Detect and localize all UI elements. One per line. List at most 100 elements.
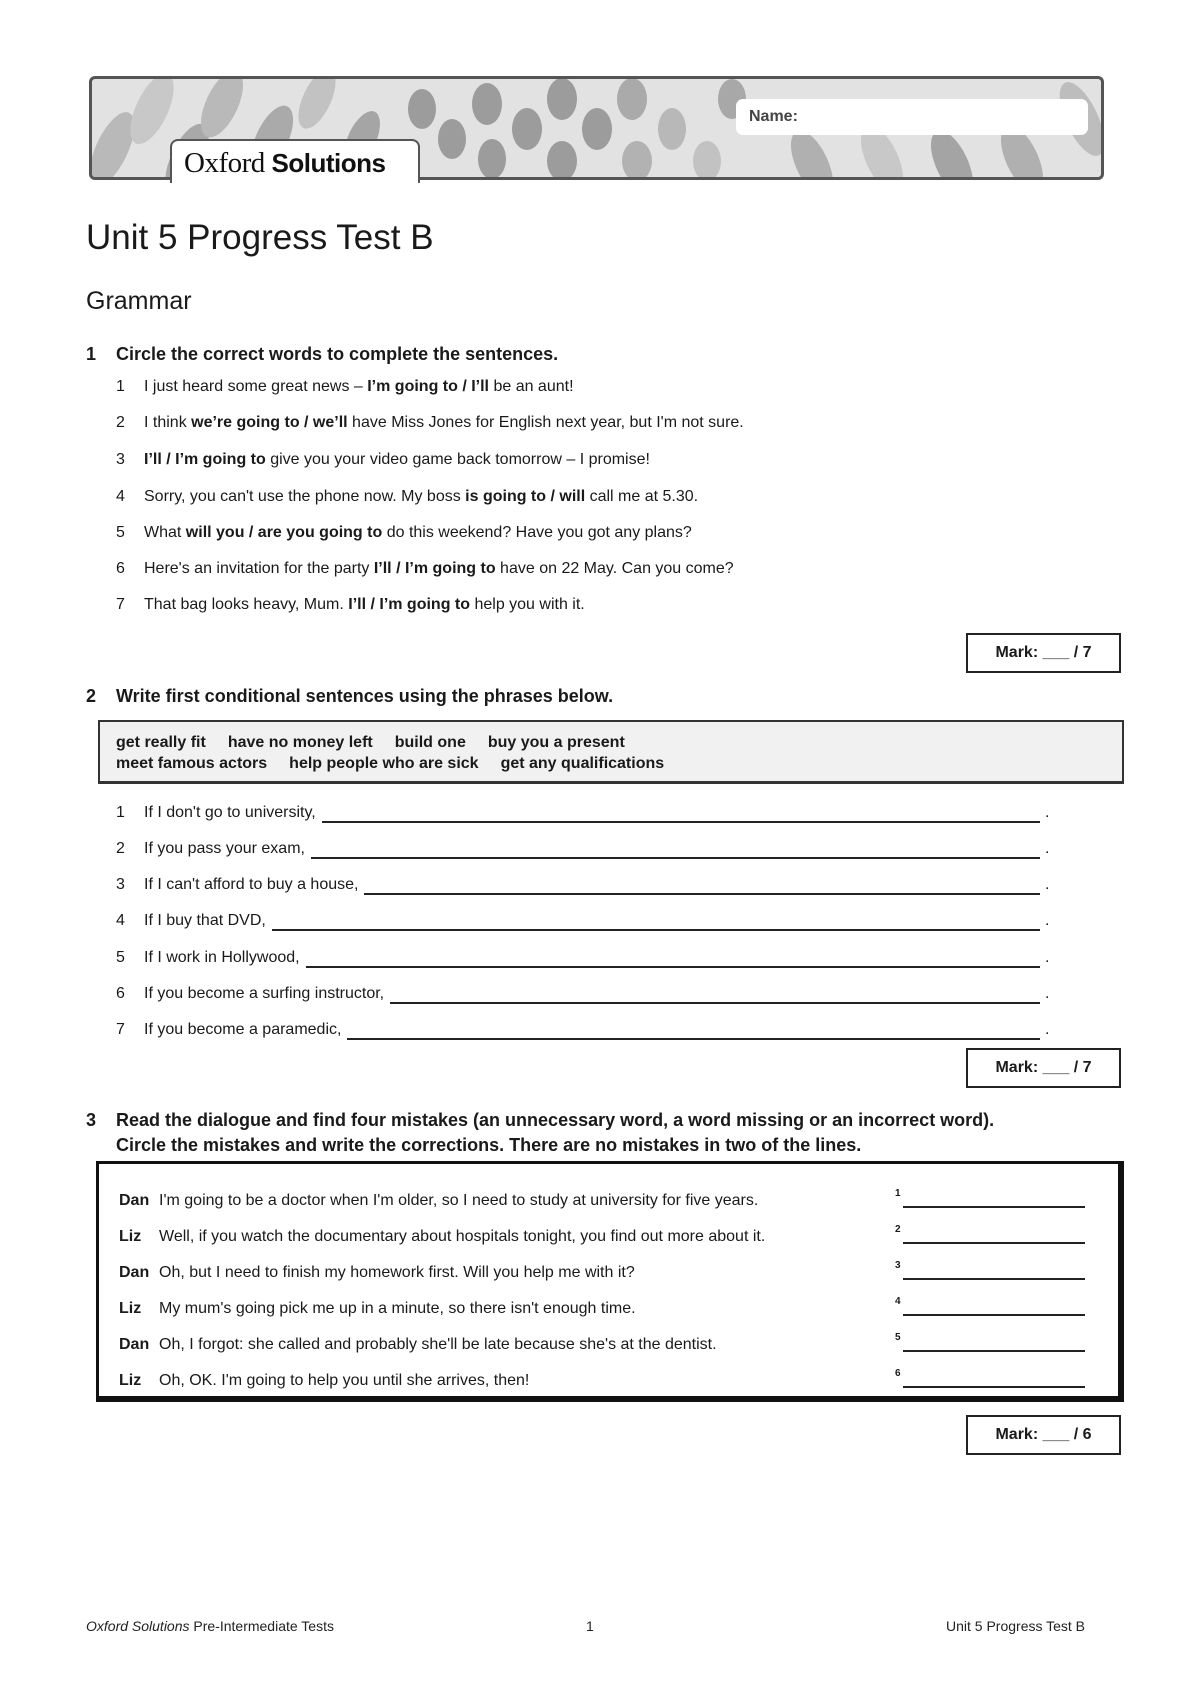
correction-line[interactable] [903, 1386, 1085, 1388]
item-number: 6 [116, 985, 125, 1002]
dialogue-line: Liz Oh, OK. I'm going to help you until s… [119, 1372, 529, 1390]
choice-options[interactable]: I’m going to / I’ll [367, 378, 489, 395]
sentence-text: have Miss Jones for English next year, b… [347, 414, 744, 431]
answer-line[interactable] [390, 1002, 1040, 1004]
speaker-name: Liz [119, 1228, 142, 1245]
dialogue-text[interactable]: Oh, I forgot: she called and probably sh… [159, 1336, 717, 1353]
dialogue-text[interactable]: Oh, but I need to finish my homework fir… [159, 1264, 635, 1281]
speaker-name: Dan [119, 1192, 150, 1209]
sentence-prompt: If I buy that DVD, [144, 912, 266, 929]
item-number: 5 [116, 524, 125, 541]
choice-options[interactable]: I’ll / I’m going to [348, 596, 470, 613]
sentence-text: do this weekend? Have you got any plans? [382, 524, 692, 541]
answer-number: 1 [895, 1188, 901, 1199]
phrase: buy you a present [487, 734, 625, 751]
dialogue-line: Liz Well, if you watch the documentary ab… [119, 1228, 765, 1246]
exercise-item: 5 If I work in Hollywood, [116, 949, 300, 967]
speaker-name: Liz [119, 1372, 142, 1389]
exercise-item: 7 That bag looks heavy, Mum. I’ll / I’m g… [116, 596, 585, 614]
sentence-text: be an aunt! [489, 378, 574, 395]
exercise-instruction: Circle the correct words to complete the… [116, 344, 559, 364]
item-number: 7 [116, 596, 125, 613]
mark-box: Mark: ___ / 7 [966, 1048, 1121, 1088]
end-punctuation: . [1045, 876, 1050, 893]
exercise-number: 2 [86, 686, 97, 706]
item-number: 3 [116, 451, 125, 468]
phrase-row: meet famous actors help people who are si… [116, 755, 686, 773]
dialogue-text[interactable]: Oh, OK. I'm going to help you until she … [159, 1372, 529, 1389]
choice-options[interactable]: is going to / will [465, 488, 585, 505]
answer-line[interactable] [305, 966, 1040, 968]
sentence-prompt: If I work in Hollywood, [144, 949, 300, 966]
dialogue-text[interactable]: I'm going to be a doctor when I'm older,… [159, 1192, 758, 1209]
choice-options[interactable]: I’ll / I’m going to [144, 451, 266, 468]
exercise-item: 6 Here's an invitation for the party I’ll… [116, 560, 734, 578]
item-number: 3 [116, 876, 125, 893]
page-number: 1 [586, 1618, 594, 1634]
footer-left: Oxford Solutions Pre-Intermediate Tests [86, 1618, 334, 1634]
dialogue-line: Liz My mum's going pick me up in a minute… [119, 1300, 636, 1318]
correction-line[interactable] [903, 1278, 1085, 1280]
answer-number: 2 [895, 1224, 901, 1235]
item-number: 5 [116, 949, 125, 966]
item-number: 2 [116, 840, 125, 857]
mark-box: Mark: ___ / 6 [966, 1415, 1121, 1455]
end-punctuation: . [1045, 1021, 1050, 1038]
dialogue-line: Dan Oh, I forgot: she called and probably… [119, 1336, 717, 1354]
dialogue-box: Dan I'm going to be a doctor when I'm old… [96, 1161, 1124, 1402]
mark-box: Mark: ___ / 7 [966, 633, 1121, 673]
exercise-item: 4 If I buy that DVD, [116, 912, 266, 930]
sentence-text: Here's an invitation for the party [144, 560, 374, 577]
answer-number: 6 [895, 1368, 901, 1379]
phrase: have no money left [227, 734, 373, 751]
answer-line[interactable] [364, 893, 1040, 895]
end-punctuation: . [1045, 949, 1050, 966]
dialogue-text[interactable]: Well, if you watch the documentary about… [159, 1228, 765, 1245]
end-punctuation: . [1045, 912, 1050, 929]
correction-line[interactable] [903, 1314, 1085, 1316]
answer-line[interactable] [347, 1038, 1040, 1040]
end-punctuation: . [1045, 804, 1050, 821]
page-title: Unit 5 Progress Test B [86, 218, 434, 257]
end-punctuation: . [1045, 985, 1050, 1002]
sentence-text: I just heard some great news – [144, 378, 368, 395]
correction-line[interactable] [903, 1350, 1085, 1352]
name-field[interactable]: Name: [736, 99, 1088, 135]
dialogue-text[interactable]: My mum's going pick me up in a minute, s… [159, 1300, 636, 1317]
end-punctuation: . [1045, 840, 1050, 857]
exercise-item: 7 If you become a paramedic, [116, 1021, 341, 1039]
choice-options[interactable]: I’ll / I’m going to [374, 560, 496, 577]
item-number: 7 [116, 1021, 125, 1038]
logo-part-2: Solutions [271, 148, 386, 178]
exercise-item: 3 I’ll / I’m going to give you your video… [116, 451, 650, 469]
exercise-number: 1 [86, 344, 97, 364]
speaker-name: Liz [119, 1300, 142, 1317]
sentence-text: What [144, 524, 186, 541]
item-number: 4 [116, 912, 125, 929]
logo-tab: Oxford Solutions [170, 139, 420, 183]
sentence-prompt: If I don't go to university, [144, 804, 316, 821]
answer-line[interactable] [271, 929, 1040, 931]
exercise-item: 2 If you pass your exam, [116, 840, 305, 858]
item-number: 4 [116, 488, 125, 505]
section-title: Grammar [86, 287, 192, 315]
sentence-prompt: If I can't afford to buy a house, [144, 876, 359, 893]
name-label: Name: [749, 108, 798, 125]
exercise-instruction: Write first conditional sentences using … [116, 686, 614, 706]
footer-series: Oxford Solutions [86, 1618, 190, 1634]
oxford-solutions-logo: Oxford Solutions [184, 147, 386, 180]
speaker-name: Dan [119, 1336, 150, 1353]
item-number: 2 [116, 414, 125, 431]
correction-line[interactable] [903, 1242, 1085, 1244]
answer-line[interactable] [321, 821, 1040, 823]
exercise-item: 4 Sorry, you can't use the phone now. My … [116, 488, 698, 506]
exercise-instruction-line-2: Circle the mistakes and write the correc… [116, 1135, 862, 1155]
logo-part-1: Oxford [184, 147, 265, 179]
phrase-box: get really fit have no money left build on… [98, 720, 1124, 784]
choice-options[interactable]: we’re going to / we’ll [191, 414, 347, 431]
sentence-prompt: If you become a surfing instructor, [144, 985, 385, 1002]
answer-line[interactable] [310, 857, 1040, 859]
correction-line[interactable] [903, 1206, 1085, 1208]
choice-options[interactable]: will you / are you going to [186, 524, 382, 541]
phrase: meet famous actors [116, 755, 268, 772]
